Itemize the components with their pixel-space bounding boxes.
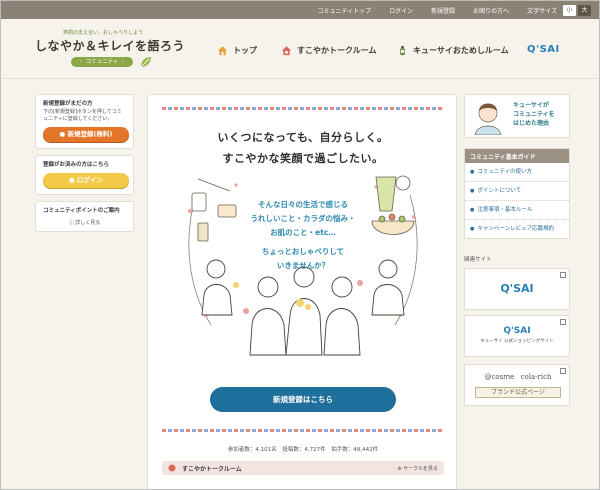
decorative-border-top xyxy=(162,107,444,110)
site-header: 笑顔の支え合い、おしゃべりしよう しなやか＆キレイを語ろう ・ コミュニティ ・… xyxy=(1,19,599,79)
hero-body-line-3: お肌のこと・etc… xyxy=(270,228,336,237)
page-frame: コミュニティトップ ログイン 新規登録 お困りの方へ 文字サイズ 小 大 笑顔の… xyxy=(0,0,600,490)
stat-members: 参加者数：4,101名 xyxy=(227,447,277,453)
banner-line-2: コミュニティを xyxy=(513,111,555,118)
register-free-button[interactable]: ● 新規登録(無料) xyxy=(43,127,129,142)
basic-guide-title: コミュニティ基本ガイド xyxy=(465,149,569,163)
decorative-border-bottom xyxy=(162,429,444,432)
guide-item-how-to-use[interactable]: ● コミュニティの使い方 xyxy=(465,163,569,182)
guide-item-label: キャンペーンレビュア応募規約 xyxy=(477,226,554,232)
cosme-brand-box[interactable]: @cosme cola-rich ブランド公式ページ xyxy=(464,364,570,406)
cosme-logos: @cosme cola-rich xyxy=(465,373,571,381)
qsai-brand-logo[interactable]: Q'SAI xyxy=(527,44,560,55)
related-sites-label: 関連サイト xyxy=(464,257,492,263)
login-box-title: 登録がお済みの方はこちら xyxy=(43,162,110,168)
nav-trial-room[interactable]: キューサイおためしルーム xyxy=(397,45,509,56)
related-site-qsai[interactable]: Q'SAI xyxy=(464,268,570,310)
nav-top-label: トップ xyxy=(233,46,257,55)
guide-item-label: 注意事項・基本ルール xyxy=(477,207,533,213)
right-sidebar: キューサイが コミュニティを はじめた理由 コミュニティ基本ガイド ● コミュニテ… xyxy=(464,94,570,406)
hero-headline-2: すこやかな笑顔で過ごしたい。 xyxy=(222,152,384,165)
brand-official-page-button[interactable]: ブランド公式ページ xyxy=(475,387,561,398)
login-label: ログイン xyxy=(76,176,103,184)
register-cta-button[interactable]: 新規登録はこちら xyxy=(210,387,396,412)
see-circles-link[interactable]: ⊕ サークルを見る xyxy=(397,465,438,472)
banner-line-3: はじめた理由 xyxy=(513,120,550,127)
register-box-text: 下の[新規登録]ボタンを押してコミュニティに登録してください。 xyxy=(43,109,122,122)
cosme-logo: @cosme xyxy=(484,373,515,381)
see-circles-label: サークルを見る xyxy=(403,466,438,472)
nav-trial-room-label: キューサイおためしルーム xyxy=(413,46,509,55)
utility-link-community-top[interactable]: コミュニティトップ xyxy=(308,6,380,15)
nav-top[interactable]: トップ xyxy=(217,45,257,56)
external-link-icon xyxy=(560,319,566,325)
arrow-icon: ● xyxy=(470,226,475,232)
utility-link-register[interactable]: 新規登録 xyxy=(422,6,464,15)
bottle-icon xyxy=(400,45,405,56)
cola-rich-logo: cola-rich xyxy=(520,373,552,381)
related-site-qsai-shop[interactable]: Q'SAI キューサイ 公式ショッピングサイト xyxy=(464,315,570,357)
guide-item-points[interactable]: ● ポイントについて xyxy=(465,182,569,201)
chat-house-icon xyxy=(281,46,292,56)
leaf-icon xyxy=(140,57,151,68)
register-free-label: 新規登録(無料) xyxy=(67,130,113,138)
nav-talk-room[interactable]: すこやかトークルーム xyxy=(281,45,377,56)
stat-posts: 投稿数：4,727件 xyxy=(282,447,326,453)
qsai-shop-caption: キューサイ 公式ショッピングサイト xyxy=(480,339,554,344)
key-icon: ● xyxy=(69,176,77,184)
stat-claps: 拍手数：48,442件 xyxy=(331,447,379,453)
guide-item-rules[interactable]: ● 注意事項・基本ルール xyxy=(465,201,569,220)
points-details-label: 詳しく見る xyxy=(75,220,101,226)
arrow-icon: ● xyxy=(470,207,475,213)
hero-headline-1: いくつになっても、自分らしく。 xyxy=(217,131,389,144)
why-community-banner[interactable]: キューサイが コミュニティを はじめた理由 xyxy=(464,94,570,138)
main-content: いくつになっても、自分らしく。 すこやかな笑顔で過ごしたい。 そんな日々の生活で… xyxy=(147,94,458,489)
guide-item-campaign-terms[interactable]: ● キャンペーンレビュア応募規約 xyxy=(465,220,569,238)
talk-room-title: すこやかトークルーム xyxy=(182,466,242,473)
nav-talk-room-label: すこやかトークルーム xyxy=(297,46,377,55)
hero-body-line-5: いきませんか？ xyxy=(276,261,330,270)
guide-item-label: ポイントについて xyxy=(477,188,522,194)
house-icon xyxy=(217,46,228,56)
talk-room-section-header: すこやかトークルーム ⊕ サークルを見る xyxy=(162,461,444,475)
points-box: コミュニティポイントのご案内 ⓘ 詳しく見る xyxy=(35,201,134,232)
qsai-shop-logo: Q'SAI xyxy=(503,326,531,336)
points-details-link[interactable]: ⓘ 詳しく見る xyxy=(43,219,126,226)
utility-bar: コミュニティトップ ログイン 新規登録 お困りの方へ 文字サイズ 小 大 xyxy=(1,1,599,19)
text-size-large-button[interactable]: 大 xyxy=(578,4,591,16)
staff-avatar xyxy=(474,103,502,135)
left-sidebar: 新規登録がまだの方 下の[新規登録]ボタンを押してコミュニティに登録してください… xyxy=(35,94,134,238)
points-box-title: コミュニティポイントのご案内 xyxy=(43,208,120,214)
logo-title: しなやか＆キレイを語ろう xyxy=(35,39,186,53)
utility-link-login[interactable]: ログイン xyxy=(380,6,422,15)
external-link-icon xyxy=(560,272,566,278)
qsai-logo: Q'SAI xyxy=(500,282,534,295)
guide-item-label: コミュニティの使い方 xyxy=(477,169,533,175)
logo-tagline: 笑顔の支え合い、おしゃべりしよう xyxy=(63,30,144,36)
text-size-label: 文字サイズ xyxy=(527,7,557,15)
community-logo[interactable]: 笑顔の支え合い、おしゃべりしよう しなやか＆キレイを語ろう ・ コミュニティ ・ xyxy=(35,29,185,71)
text-size-small-button[interactable]: 小 xyxy=(563,4,576,16)
hero-body-line-2: うれしいこと・カラダの悩み・ xyxy=(250,214,356,223)
arrow-icon: ● xyxy=(470,169,475,175)
banner-text: キューサイが コミュニティを はじめた理由 xyxy=(513,101,555,128)
basic-guide-panel: コミュニティ基本ガイド ● コミュニティの使い方 ● ポイントについて ● 注意事項・… xyxy=(464,148,570,239)
logo-subtitle: ・ コミュニティ ・ xyxy=(71,57,133,67)
community-stats: 参加者数：4,101名 投稿数：4,727件 拍手数：48,442件 xyxy=(148,445,458,453)
arrow-icon: ● xyxy=(470,188,475,194)
banner-line-1: キューサイが xyxy=(513,102,549,109)
login-box: 登録がお済みの方はこちら ● ログイン xyxy=(35,155,134,195)
chat-bubble-icon xyxy=(168,464,176,472)
login-button[interactable]: ● ログイン xyxy=(43,173,129,188)
hero-body-line-1: そんな日々の生活で感じる xyxy=(258,200,348,209)
register-box-title: 新規登録がまだの方 xyxy=(43,101,93,107)
utility-link-help[interactable]: お困りの方へ xyxy=(464,6,518,15)
hero-body-line-4: ちょっとおしゃべりして xyxy=(261,247,345,256)
register-box: 新規登録がまだの方 下の[新規登録]ボタンを押してコミュニティに登録してください… xyxy=(35,94,134,149)
